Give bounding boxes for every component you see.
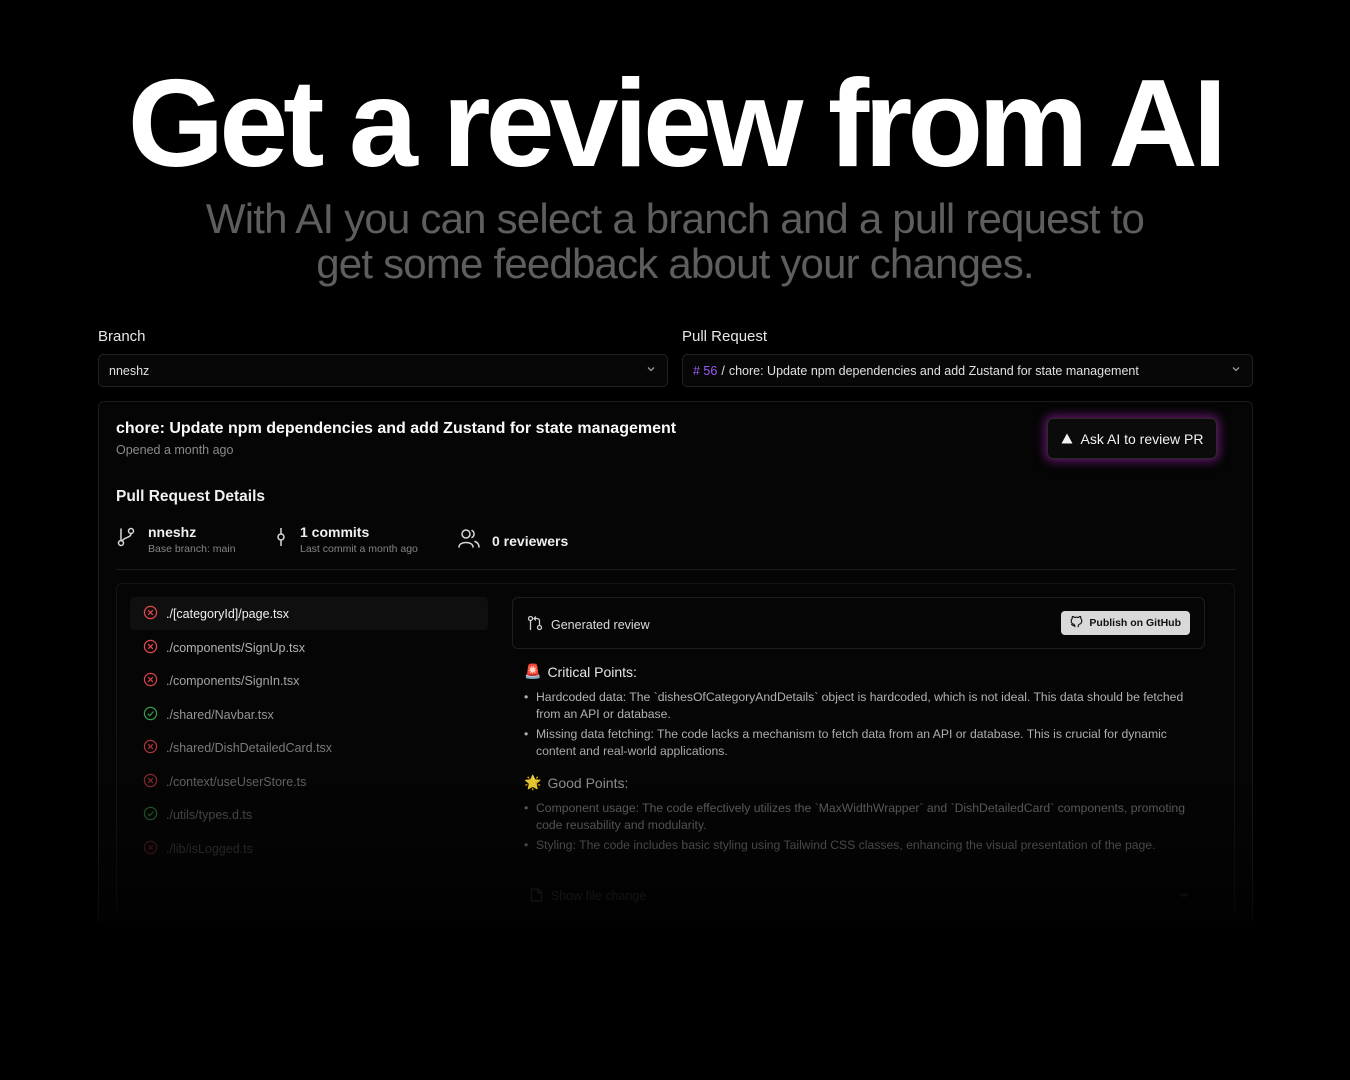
good-points-heading: 🌟 Good Points: xyxy=(524,774,628,791)
pull-request-select[interactable]: # 56 / chore: Update npm dependencies an… xyxy=(682,354,1253,387)
check-circle-icon xyxy=(143,706,158,724)
x-circle-icon xyxy=(143,739,158,757)
list-item: Hardcoded data: The `dishesOfCategoryAnd… xyxy=(524,689,1196,723)
chevron-down-icon xyxy=(645,363,657,378)
x-circle-icon xyxy=(143,840,158,858)
pull-request-select-value: chore: Update npm dependencies and add Z… xyxy=(728,363,1139,378)
file-item[interactable]: ./lib/isLogged.ts xyxy=(130,832,488,865)
file-item[interactable]: ./components/SignUp.tsx xyxy=(130,631,488,664)
changed-files-list: ./[categoryId]/page.tsx ./components/Sig… xyxy=(130,597,488,867)
ask-ai-review-button[interactable]: Ask AI to review PR xyxy=(1047,418,1217,459)
critical-points-title: Critical Points: xyxy=(547,663,637,680)
file-item[interactable]: ./utils/types.d.ts xyxy=(130,798,488,831)
git-pull-request-icon xyxy=(527,615,543,634)
show-file-change-toggle[interactable]: Show file change xyxy=(530,885,1190,907)
file-name: ./utils/types.d.ts xyxy=(166,807,253,822)
good-points-title: Good Points: xyxy=(547,774,629,791)
stat-base-branch: Base branch: main xyxy=(148,543,236,555)
x-circle-icon xyxy=(143,773,158,791)
file-item[interactable]: ./components/SignIn.tsx xyxy=(130,664,488,697)
branch-select-value: nneshz xyxy=(109,363,150,378)
pr-details-heading: Pull Request Details xyxy=(116,488,266,505)
branch-select[interactable]: nneshz xyxy=(98,354,668,387)
pr-opened-time: Opened a month ago xyxy=(116,443,234,457)
stat-reviewers: 0 reviewers xyxy=(458,528,568,553)
file-name: ./components/SignIn.tsx xyxy=(166,673,300,688)
generated-review-label: Generated review xyxy=(551,617,650,632)
stat-branch: nneshz Base branch: main xyxy=(116,524,236,555)
siren-icon: 🚨 xyxy=(524,663,542,679)
stat-last-commit: Last commit a month ago xyxy=(300,543,418,555)
file-item[interactable]: ./[categoryId]/page.tsx xyxy=(130,597,488,630)
list-item: Styling: The code includes basic styling… xyxy=(524,837,1196,854)
hero-subtitle: With AI you can select a branch and a pu… xyxy=(205,195,1145,287)
stat-commits: 1 commits Last commit a month ago xyxy=(274,524,418,555)
git-branch-icon xyxy=(116,526,136,553)
file-name: ./lib/isLogged.ts xyxy=(166,841,253,856)
github-icon xyxy=(1070,615,1083,631)
details-divider xyxy=(116,569,1236,570)
good-points-list: Component usage: The code effectively ut… xyxy=(524,800,1196,857)
x-circle-icon xyxy=(143,672,158,690)
generated-review-header: Generated review Publish on GitHub xyxy=(512,597,1205,649)
users-icon xyxy=(458,528,480,553)
list-item: Component usage: The code effectively ut… xyxy=(524,800,1196,834)
git-commit-icon xyxy=(274,526,288,553)
pr-title: chore: Update npm dependencies and add Z… xyxy=(116,420,677,437)
check-circle-icon xyxy=(143,806,158,824)
publish-on-github-label: Publish on GitHub xyxy=(1089,617,1181,629)
stat-branch-name: nneshz xyxy=(148,524,197,540)
file-name: ./components/SignUp.tsx xyxy=(166,640,305,655)
generated-review-title: Generated review xyxy=(527,615,650,634)
critical-points-list: Hardcoded data: The `dishesOfCategoryAnd… xyxy=(524,689,1196,763)
hero-title: Get a review from AI xyxy=(127,55,1227,193)
file-name: ./[categoryId]/page.tsx xyxy=(166,606,289,621)
branch-label: Branch xyxy=(98,328,146,345)
pr-number: # 56 xyxy=(693,363,718,378)
file-item[interactable]: ./shared/DishDetailedCard.tsx xyxy=(130,731,488,764)
ask-ai-review-label: Ask AI to review PR xyxy=(1080,430,1204,447)
critical-points-heading: 🚨 Critical Points: xyxy=(524,663,637,680)
file-name: ./shared/Navbar.tsx xyxy=(166,707,274,722)
x-circle-icon xyxy=(143,639,158,657)
file-name: ./shared/DishDetailedCard.tsx xyxy=(166,740,333,755)
file-item[interactable]: ./context/useUserStore.ts xyxy=(130,765,488,798)
file-name: ./context/useUserStore.ts xyxy=(166,774,307,789)
file-item[interactable]: ./shared/Navbar.tsx xyxy=(130,698,488,731)
x-circle-icon xyxy=(143,605,158,623)
publish-on-github-button[interactable]: Publish on GitHub xyxy=(1061,611,1190,635)
chevron-down-icon xyxy=(1230,363,1242,378)
pull-request-label: Pull Request xyxy=(682,328,768,345)
show-file-change-label: Show file change xyxy=(551,889,647,903)
stat-reviewers-count: 0 reviewers xyxy=(492,532,569,549)
pr-separator: / xyxy=(721,363,725,378)
triangle-up-icon xyxy=(1061,431,1073,447)
list-item: Missing data fetching: The code lacks a … xyxy=(524,726,1196,760)
stat-commits-count: 1 commits xyxy=(300,524,370,540)
star-icon: 🌟 xyxy=(524,774,542,790)
file-icon xyxy=(530,887,543,905)
chevron-down-icon xyxy=(1178,889,1190,904)
